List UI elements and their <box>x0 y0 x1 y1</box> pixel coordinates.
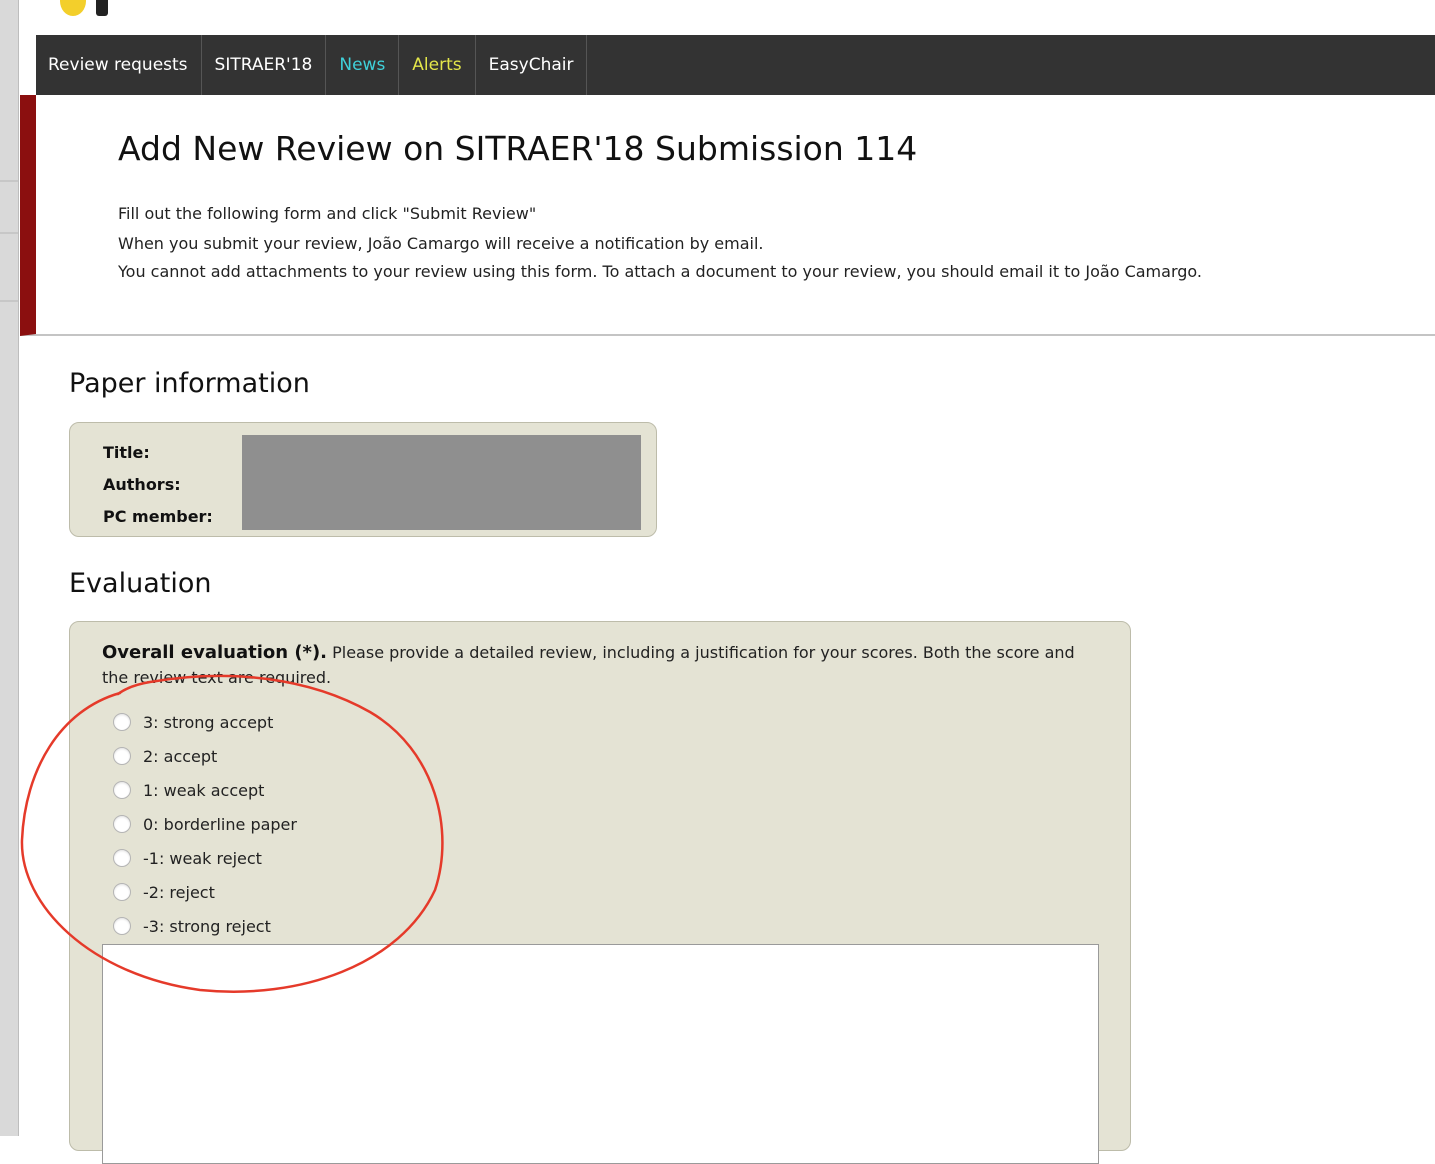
evaluation-heading: Evaluation <box>69 568 212 599</box>
top-menu-bar: Review requests SITRAER'18 News Alerts E… <box>36 35 1435 95</box>
radio-accept[interactable] <box>113 747 131 765</box>
menu-easychair[interactable]: EasyChair <box>476 35 588 95</box>
menu-alerts[interactable]: Alerts <box>399 35 476 95</box>
radio-weak-accept[interactable] <box>113 781 131 799</box>
radio-reject[interactable] <box>113 883 131 901</box>
title-label: Title: <box>103 443 150 462</box>
menu-news[interactable]: News <box>326 35 400 95</box>
option-reject[interactable]: -2: reject <box>113 875 297 909</box>
radio-strong-reject[interactable] <box>113 917 131 935</box>
radio-strong-accept[interactable] <box>113 713 131 731</box>
option-label: 2: accept <box>143 746 218 766</box>
option-label: -1: weak reject <box>143 848 262 868</box>
easychair-logo <box>60 0 120 22</box>
overall-evaluation-options: 3: strong accept 2: accept 1: weak accep… <box>113 705 297 943</box>
pc-member-label: PC member: <box>103 507 213 526</box>
option-label: -3: strong reject <box>143 916 271 936</box>
evaluation-box: Overall evaluation (*). Please provide a… <box>69 621 1131 1164</box>
option-weak-accept[interactable]: 1: weak accept <box>113 773 297 807</box>
paper-information-heading: Paper information <box>69 368 310 399</box>
option-label: 3: strong accept <box>143 712 274 732</box>
intro-line-1: Fill out the following form and click "S… <box>118 204 537 223</box>
option-label: 0: borderline paper <box>143 814 297 834</box>
menu-review-requests[interactable]: Review requests <box>36 35 202 95</box>
paper-info-box: Title: Authors: PC member: <box>69 422 657 537</box>
authors-label: Authors: <box>103 475 181 494</box>
radio-weak-reject[interactable] <box>113 849 131 867</box>
option-label: 1: weak accept <box>143 780 265 800</box>
page-header: Add New Review on SITRAER'18 Submission … <box>20 95 1435 336</box>
overall-evaluation-description: Overall evaluation (*). Please provide a… <box>102 640 1102 690</box>
redacted-paper-details <box>242 435 641 530</box>
intro-line-2: When you submit your review, João Camarg… <box>118 234 764 253</box>
intro-text: Fill out the following form and click "S… <box>118 199 1373 284</box>
intro-line-3: You cannot add attachments to your revie… <box>118 262 1202 281</box>
left-page-strip <box>0 0 19 1136</box>
option-weak-reject[interactable]: -1: weak reject <box>113 841 297 875</box>
review-text-input[interactable] <box>102 944 1099 1164</box>
paper-info-labels: Title: Authors: PC member: <box>103 437 213 533</box>
option-label: -2: reject <box>143 882 215 902</box>
option-accept[interactable]: 2: accept <box>113 739 297 773</box>
option-strong-reject[interactable]: -3: strong reject <box>113 909 297 943</box>
overall-evaluation-label: Overall evaluation (*). <box>102 642 328 663</box>
page-title: Add New Review on SITRAER'18 Submission … <box>118 129 918 168</box>
option-strong-accept[interactable]: 3: strong accept <box>113 705 297 739</box>
option-borderline-paper[interactable]: 0: borderline paper <box>113 807 297 841</box>
radio-borderline-paper[interactable] <box>113 815 131 833</box>
menu-sitraer18[interactable]: SITRAER'18 <box>202 35 327 95</box>
